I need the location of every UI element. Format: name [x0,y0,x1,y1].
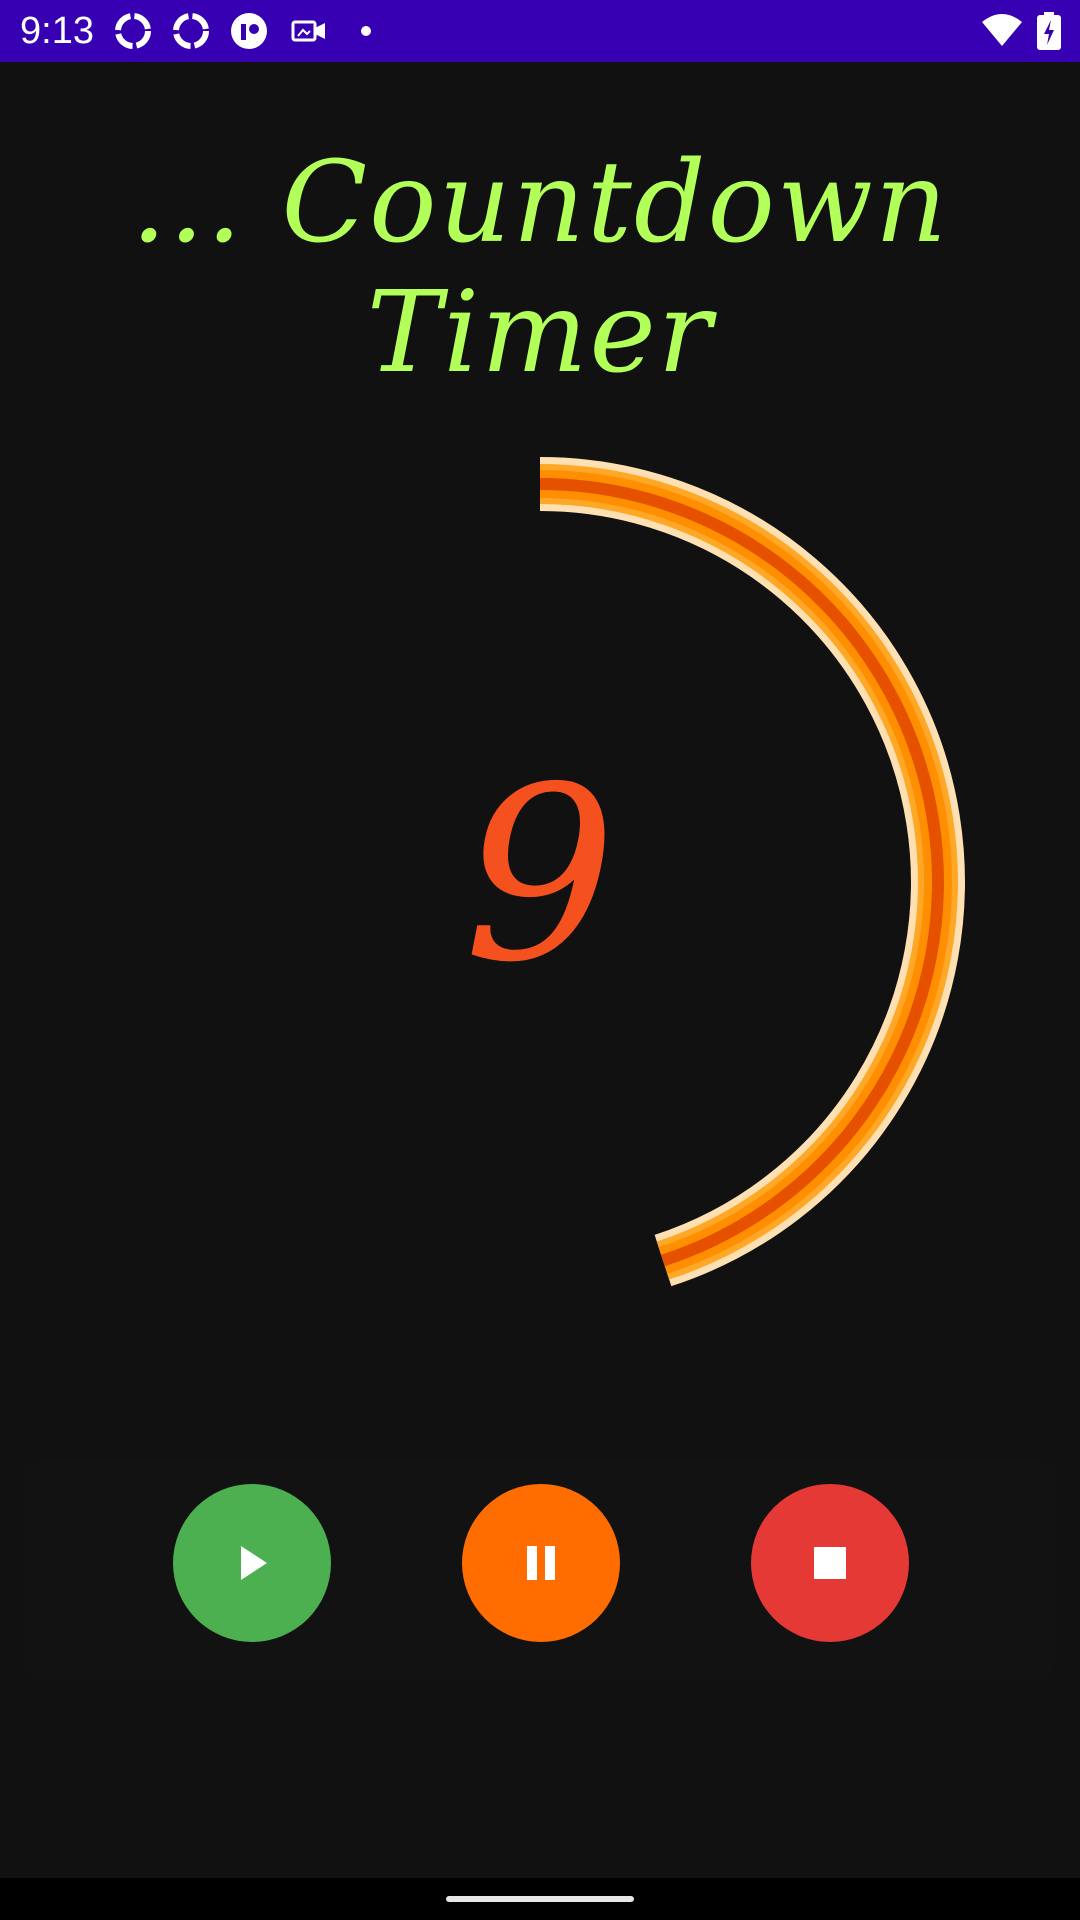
video-icon [291,20,325,42]
navigation-bar [0,1878,1080,1920]
pause-icon [527,1546,555,1580]
pause-button[interactable] [462,1484,620,1642]
play-icon [241,1546,267,1580]
play-button[interactable] [173,1484,331,1642]
stop-icon [814,1547,846,1579]
status-bar: 9:13 [0,0,1080,62]
stop-button[interactable] [751,1484,909,1642]
remaining-count: 9 [463,735,617,1015]
home-gesture-handle[interactable] [446,1896,634,1902]
sync-icon [115,13,151,49]
status-time: 9:13 [20,10,94,52]
sync-icon [173,13,209,49]
page-title: ... Countdown Timer [131,138,949,398]
battery-charging-icon [1037,12,1061,50]
wifi-icon [982,14,1022,46]
dot-icon [361,26,371,36]
app-icon [231,13,267,49]
